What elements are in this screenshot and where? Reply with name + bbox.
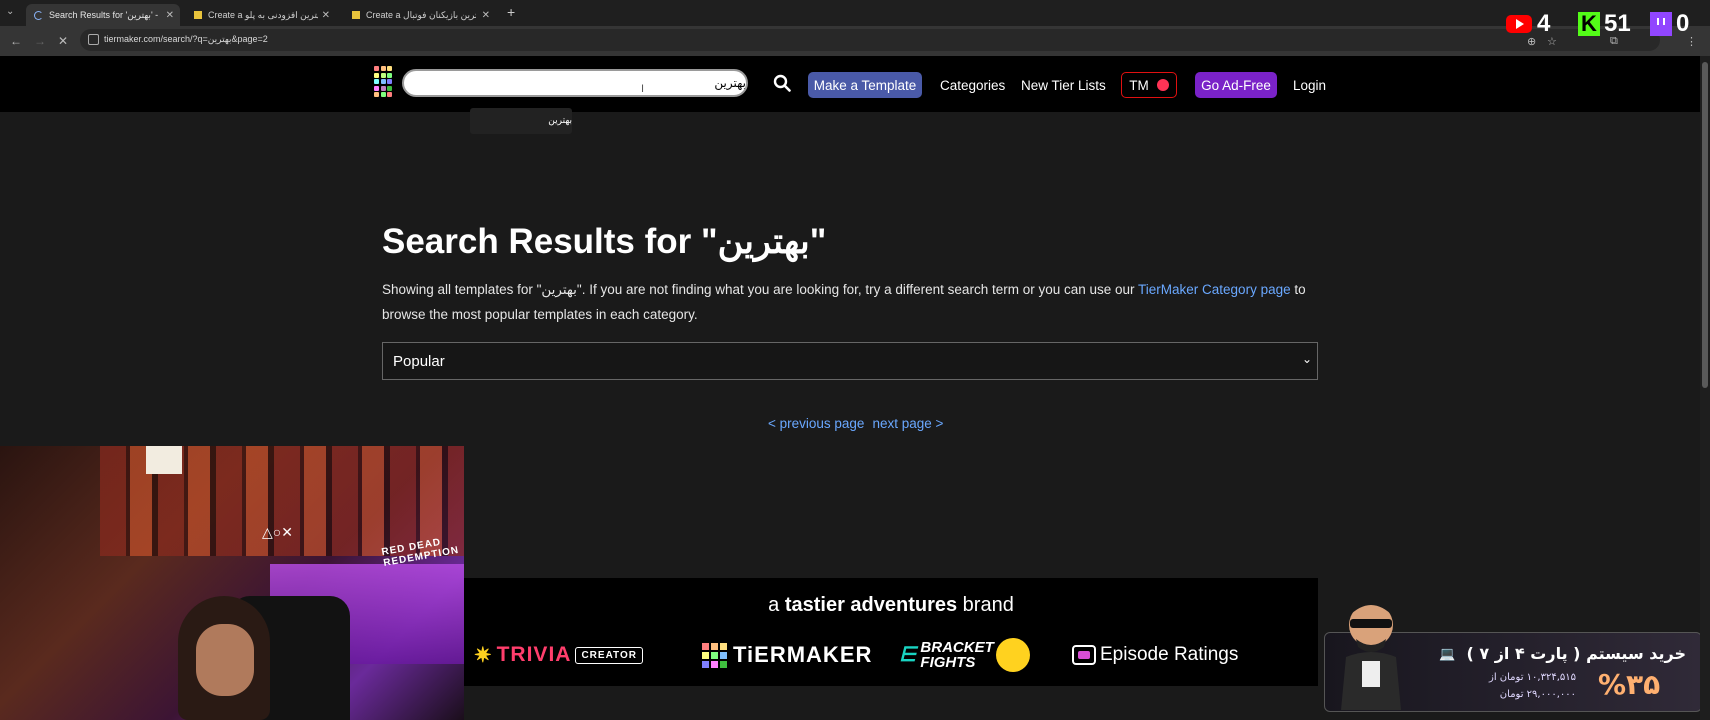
login-link[interactable]: Login (1293, 72, 1326, 98)
creator-label: CREATOR (575, 646, 643, 664)
site-header: Make a Template Categories New Tier List… (0, 56, 1700, 112)
brand-footer-banner: a tastier adventures brand ✷ TRIVIA CREA… (464, 578, 1318, 686)
twitch-icon (1650, 12, 1672, 36)
trivia-creator-logo[interactable]: ✷ TRIVIA CREATOR (474, 640, 643, 670)
next-page-link[interactable]: next page > (872, 416, 943, 431)
loading-spinner-icon (34, 10, 43, 20)
stop-loading-icon[interactable]: ✕ (58, 34, 68, 48)
trivia-label: TRIVIA (496, 643, 572, 666)
tiermaker-favicon-icon (352, 11, 360, 19)
streamer-face (196, 624, 254, 696)
kick-count: 51 (1604, 10, 1631, 37)
cartoon-mascot-icon (1341, 599, 1401, 710)
bracket-icon: ⋿ (899, 643, 917, 666)
tiermaker-logo-icon[interactable] (374, 66, 394, 100)
live-dot-icon (1156, 79, 1169, 91)
page-scrollbar[interactable] (1700, 56, 1710, 720)
youtube-counter: 4 (1506, 10, 1550, 38)
address-bar[interactable]: tiermaker.com/search/?q=بهترین&page=2 (80, 29, 1660, 51)
browser-toolbar: ← → ✕ tiermaker.com/search/?q=بهترین&pag… (0, 26, 1710, 56)
tab-close-icon[interactable]: ✕ (322, 10, 330, 21)
category-page-link[interactable]: TierMaker Category page (1138, 282, 1291, 297)
tiermaker-label: TiERMAKER (733, 642, 873, 667)
tiermaker-brand-logo[interactable]: TiERMAKER (702, 640, 872, 670)
back-arrow-icon[interactable]: ← (10, 34, 22, 48)
search-icon[interactable] (773, 74, 791, 92)
twitch-counter: 0 (1650, 10, 1689, 38)
brand-tagline: a tastier adventures brand (464, 594, 1318, 617)
episode-ratings-label: Episode Ratings (1100, 644, 1239, 665)
goal-percent: %۳۵ (1598, 668, 1661, 701)
url-text: tiermaker.com/search/?q=بهترین&page=2 (104, 34, 268, 44)
twitch-count: 0 (1676, 10, 1690, 37)
tagline-brand: tastier adventures (784, 594, 958, 616)
fights-label: FIGHTS (920, 654, 976, 671)
tab-search-chevron-icon[interactable]: ⌄ (6, 6, 14, 17)
tiermaker-favicon-icon (194, 11, 202, 19)
search-suggestion[interactable]: بهترین (470, 108, 572, 134)
site-info-icon[interactable] (88, 34, 99, 45)
goal-progress-amount: ۱۰,۳۲۴,۵۱۵ تومان از (1489, 672, 1576, 683)
tab-title: Create a بهترین بازیکنان فوتبال Ti (366, 9, 476, 20)
tagline-part: brand (957, 594, 1014, 616)
scrollbar-thumb[interactable] (1702, 62, 1708, 388)
webcam-overlay: △○✕ RED DEAD REDEMPTION (0, 446, 464, 720)
page-title: Search Results for "بهترین" (382, 222, 827, 261)
tab-close-icon[interactable]: ✕ (482, 10, 490, 21)
description-text: Showing all templates for "بهترین". If y… (382, 282, 1139, 297)
results-description: Showing all templates for "بهترین". If y… (382, 277, 1312, 327)
sort-select[interactable]: Popular (382, 342, 1318, 380)
tab-title: Create a بهترین افزودنی به پلو Ti (208, 9, 318, 20)
pagination: < previous page next page > (768, 416, 943, 431)
browser-tab-create-1[interactable]: Create a بهترین افزودنی به پلو Ti ✕ (186, 4, 336, 26)
search-input[interactable] (402, 69, 748, 97)
browser-tab-create-2[interactable]: Create a بهترین بازیکنان فوتبال Ti ✕ (344, 4, 496, 26)
make-template-button[interactable]: Make a Template (808, 72, 922, 98)
browser-tab-bar: ⌄ Search Results for 'بهترین' - Tier ✕ C… (0, 0, 1710, 26)
episode-ratings-logo[interactable]: Episode Ratings (1072, 640, 1238, 670)
kick-counter: K 51 (1578, 10, 1631, 38)
bracket-label: BRACKET (920, 639, 994, 656)
go-ad-free-button[interactable]: Go Ad-Free (1195, 72, 1277, 98)
bracket-fights-logo[interactable]: ⋿ BRACKET FIGHTS (899, 638, 1030, 672)
youtube-count: 4 (1537, 10, 1551, 37)
goal-title: خرید سیستم ( پارت ۴ از ۷ ) (1466, 644, 1686, 663)
ceiling-lamp (146, 446, 182, 474)
chevron-down-icon: ⌄ (1302, 352, 1313, 366)
fist-burst-icon (995, 638, 1030, 672)
tab-title: Search Results for 'بهترین' - Tier (49, 9, 159, 20)
tagline-part: a (768, 594, 785, 616)
goal-target-amount: ۲۹,۰۰۰,۰۰۰ تومان (1499, 689, 1576, 700)
nav-new-tier-lists[interactable]: New Tier Lists (1021, 72, 1106, 98)
playstation-symbols-icon: △○✕ (262, 524, 293, 540)
tm-live-button[interactable]: TM (1121, 72, 1177, 98)
previous-page-link[interactable]: < previous page (768, 416, 864, 431)
youtube-icon (1506, 15, 1532, 33)
sparkle-icon: ✷ (474, 643, 493, 667)
forward-arrow-icon[interactable]: → (34, 34, 46, 48)
tab-close-icon[interactable]: ✕ (166, 10, 174, 21)
new-tab-plus-icon[interactable]: + (507, 4, 515, 20)
browser-tab-search-results[interactable]: Search Results for 'بهترین' - Tier ✕ (26, 4, 180, 26)
nav-categories[interactable]: Categories (940, 72, 1005, 98)
kick-icon: K (1578, 11, 1600, 36)
tm-label: TM (1129, 77, 1149, 93)
tv-icon (1072, 645, 1096, 665)
text-cursor-icon: I (641, 83, 645, 95)
tiermaker-grid-icon (702, 642, 727, 668)
